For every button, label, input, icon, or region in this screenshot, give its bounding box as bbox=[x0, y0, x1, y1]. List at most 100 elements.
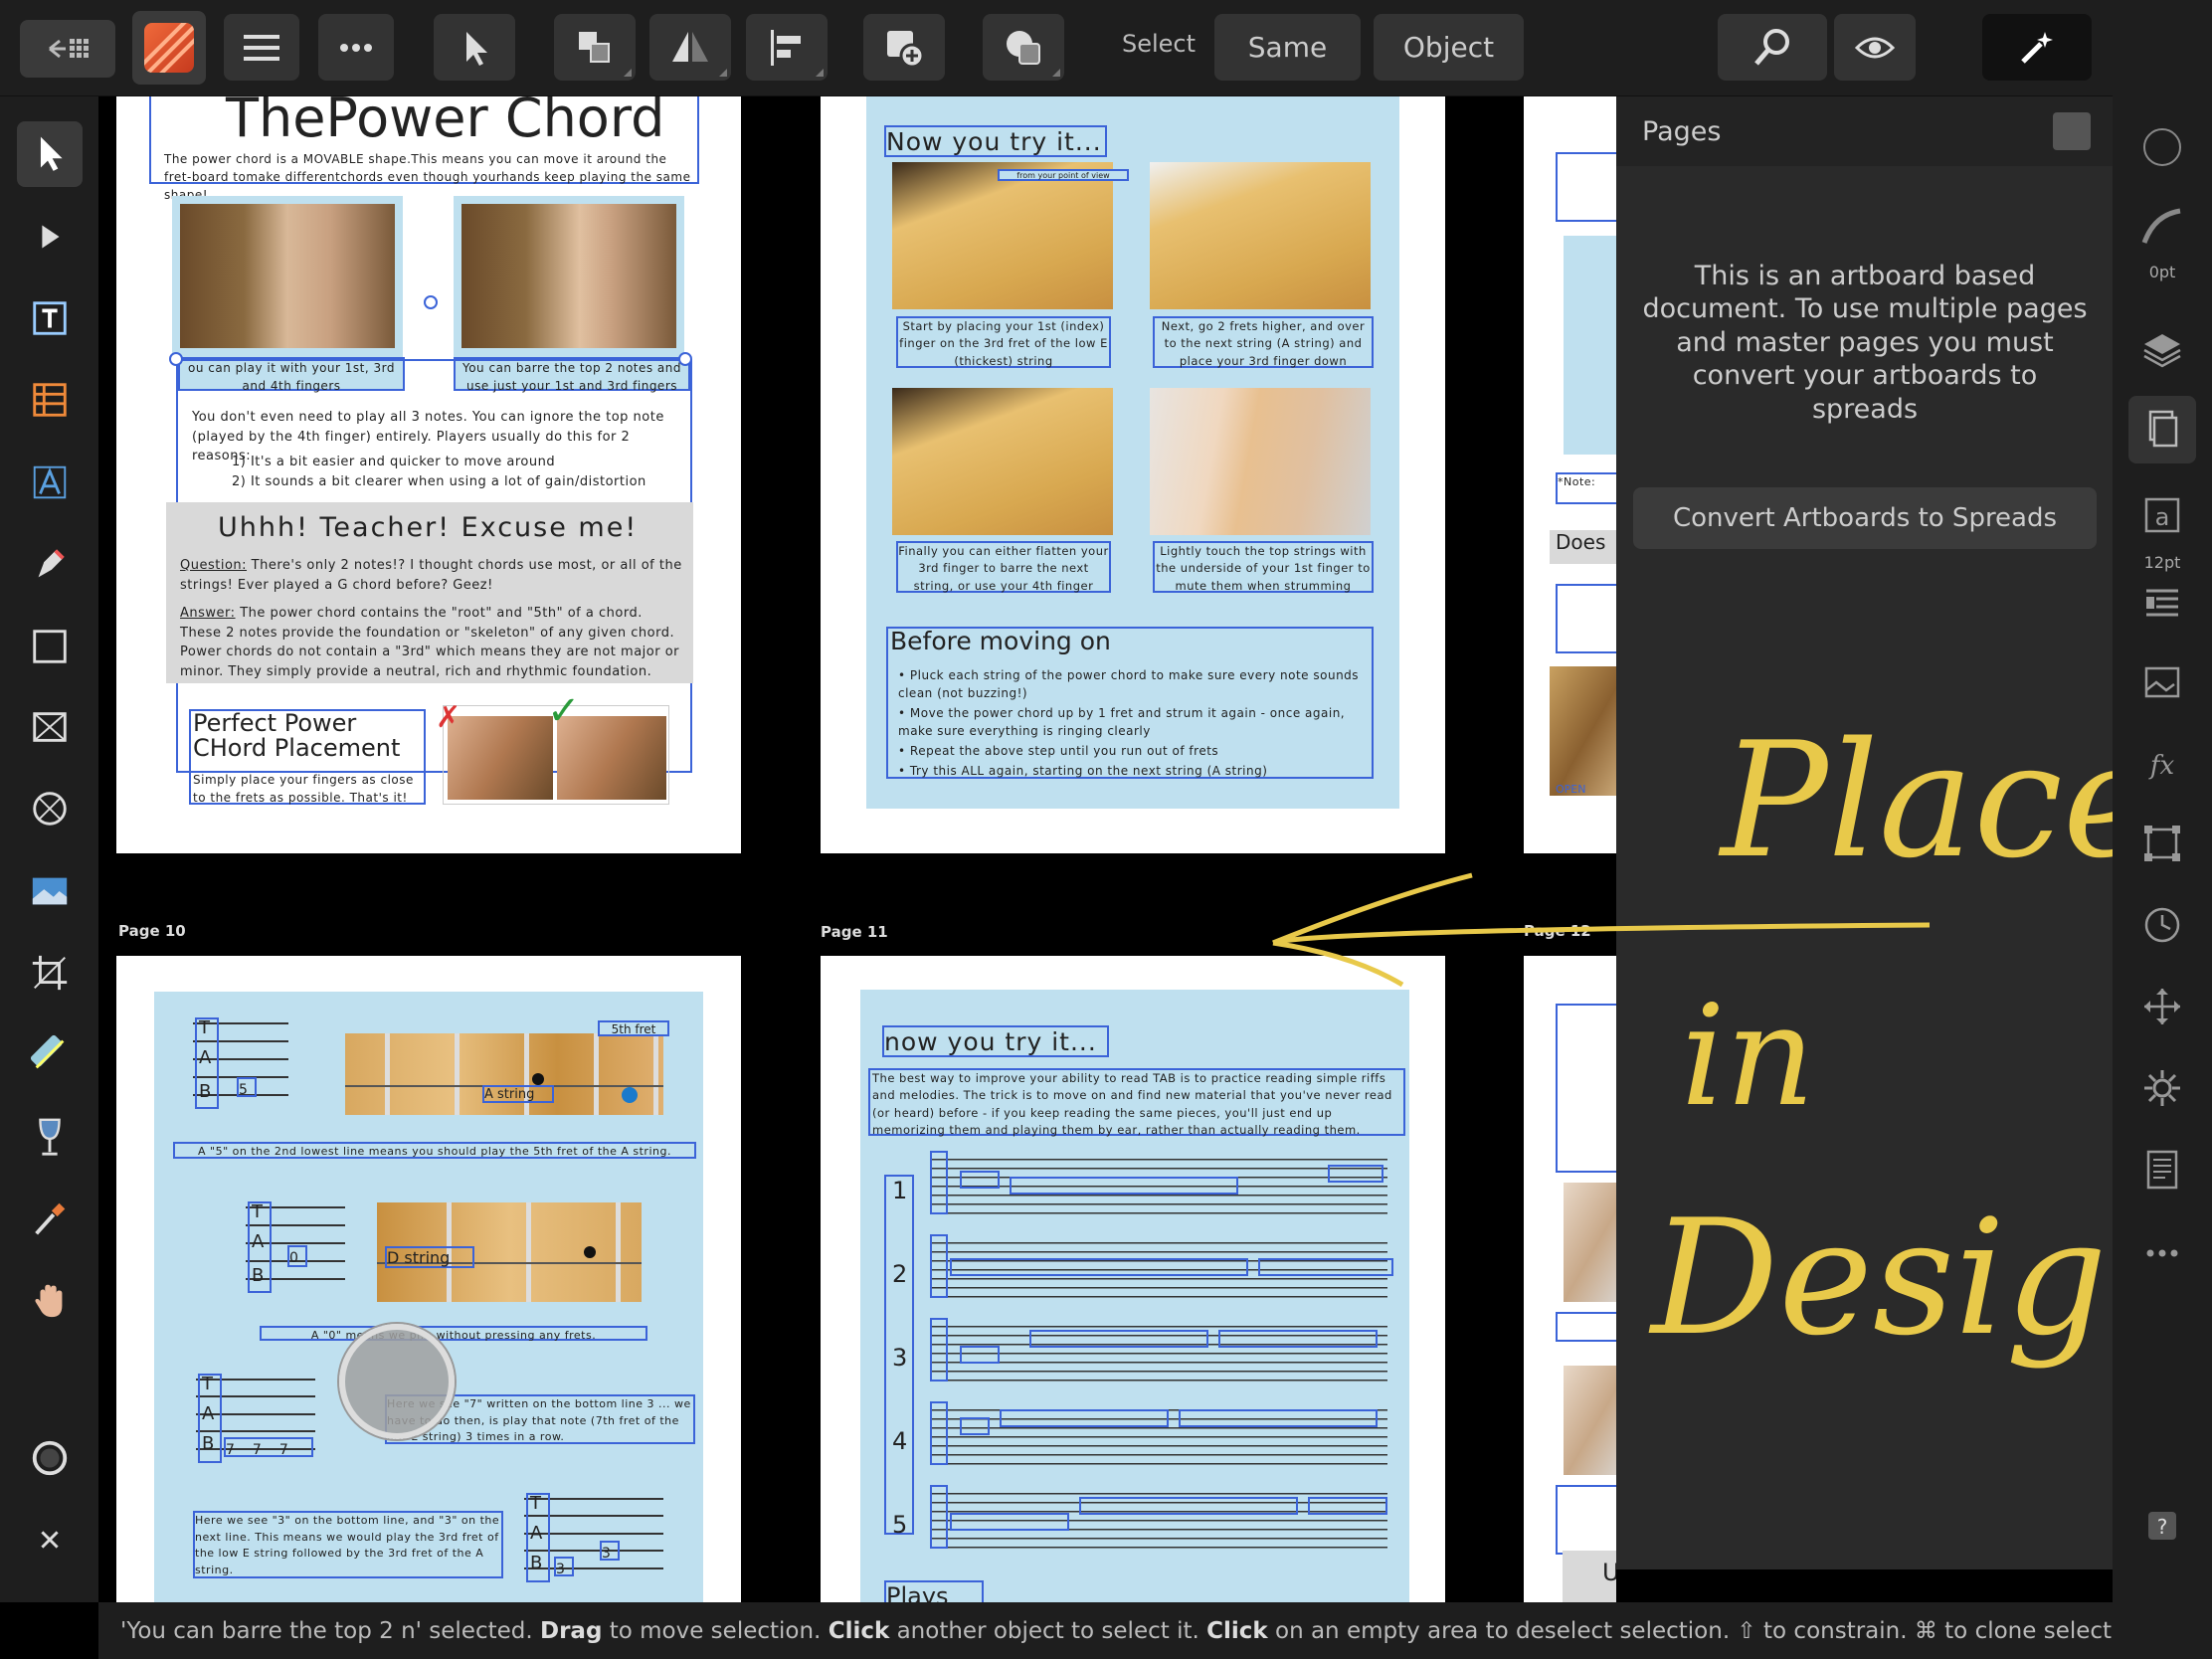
close-tools-button[interactable] bbox=[17, 1507, 83, 1572]
try-caption-3[interactable]: Finally you can either flatten your 3rd … bbox=[896, 541, 1111, 593]
color-studio-button[interactable] bbox=[2128, 113, 2196, 181]
selection-handle[interactable] bbox=[169, 352, 183, 366]
transparency-tool[interactable] bbox=[17, 1104, 83, 1170]
assistant-button[interactable] bbox=[1982, 14, 2092, 81]
reason-2: 2) It sounds a bit clearer when using a … bbox=[232, 474, 646, 489]
node-tool[interactable] bbox=[17, 204, 83, 270]
photo-frame-2[interactable] bbox=[454, 196, 684, 358]
row-numbers-frame[interactable]: 1 2 3 4 5 bbox=[884, 1175, 914, 1539]
partial-text-5[interactable] bbox=[1556, 1485, 1616, 1555]
artboard-now-you-try[interactable]: Now you try it... from your point of vie… bbox=[821, 96, 1445, 853]
effects-studio-button[interactable]: fx bbox=[2128, 730, 2196, 798]
character-studio-button[interactable]: a 12pt bbox=[2128, 483, 2196, 572]
row-number-4: 4 bbox=[892, 1427, 908, 1455]
boolean-ops-button[interactable] bbox=[983, 14, 1064, 81]
settings-studio-button[interactable] bbox=[2128, 1054, 2196, 1122]
move-tool-button[interactable] bbox=[434, 14, 515, 81]
zoom-button[interactable] bbox=[1718, 14, 1827, 81]
help-button[interactable]: ? bbox=[2128, 1492, 2196, 1560]
pages-studio-button[interactable] bbox=[2128, 396, 2196, 463]
insert-button[interactable] bbox=[863, 14, 945, 81]
more-studios-button[interactable] bbox=[2128, 1219, 2196, 1287]
partial-text-3[interactable] bbox=[1556, 1004, 1616, 1173]
mute-photo bbox=[1150, 388, 1371, 535]
plays-frame[interactable]: Plays bbox=[884, 1580, 984, 1602]
pen-tool[interactable] bbox=[17, 531, 83, 597]
try-caption-1[interactable]: Start by placing your 1st (index) finger… bbox=[896, 316, 1111, 368]
astring-label-frame[interactable]: A string bbox=[482, 1085, 554, 1103]
select-object-button[interactable]: Object bbox=[1374, 14, 1524, 81]
tab-line-1-frame[interactable]: A "5" on the 2nd lowest line means you s… bbox=[173, 1142, 696, 1159]
align-button[interactable] bbox=[746, 14, 828, 81]
text-styles-studio-button[interactable] bbox=[2128, 1136, 2196, 1203]
picture-frame-tool[interactable] bbox=[17, 694, 83, 760]
color-picker-tool[interactable] bbox=[17, 1186, 83, 1251]
view-tool[interactable] bbox=[17, 1267, 83, 1333]
fret5-label-frame[interactable]: 5th fret bbox=[598, 1020, 669, 1036]
navigator-studio-button[interactable] bbox=[2128, 973, 2196, 1040]
teacher-box[interactable]: Uhhh! Teacher! Excuse me! Question: Ther… bbox=[166, 502, 693, 683]
select-same-button[interactable]: Same bbox=[1214, 14, 1361, 81]
app-persona-button[interactable] bbox=[132, 11, 206, 85]
convert-to-spreads-button[interactable]: Convert Artboards to Spreads bbox=[1633, 487, 2097, 549]
rotation-handle[interactable] bbox=[424, 295, 438, 309]
placement-frame[interactable]: Perfect Power CHord Placement Simply pla… bbox=[189, 709, 426, 805]
photo-frame-1[interactable] bbox=[172, 196, 403, 358]
table-tool[interactable] bbox=[17, 367, 83, 433]
more-options-button[interactable] bbox=[318, 14, 394, 81]
stroke-studio-button[interactable]: 0pt bbox=[2128, 193, 2196, 281]
pin-icon[interactable] bbox=[2053, 112, 2091, 150]
selection-handle[interactable] bbox=[678, 352, 692, 366]
menu-button[interactable] bbox=[224, 14, 299, 81]
frame-text-tool[interactable] bbox=[17, 450, 83, 515]
tab-exercises bbox=[930, 1151, 1393, 1549]
fill-tool[interactable] bbox=[17, 1021, 83, 1087]
resources-studio-button[interactable] bbox=[2128, 650, 2196, 718]
try-caption-1-text: Start by placing your 1st (index) finger… bbox=[899, 319, 1108, 368]
teacher-heading: Uhhh! Teacher! Excuse me! bbox=[218, 512, 639, 543]
history-clock-icon bbox=[2144, 907, 2180, 943]
document-canvas[interactable]: ThePower Chord The power chord is a MOVA… bbox=[98, 96, 1616, 1602]
back-to-gallery-button[interactable] bbox=[20, 20, 115, 78]
color-swatch[interactable] bbox=[17, 1425, 83, 1491]
artboard-page-10[interactable]: TAB 5 5th fret A string A "5" on the 2nd… bbox=[116, 956, 741, 1602]
artboard-partial-top[interactable]: *Note: Does OPEN bbox=[1524, 96, 1616, 853]
arrange-button[interactable] bbox=[554, 14, 636, 81]
try-caption-4[interactable]: Lightly touch the top strings with the u… bbox=[1153, 541, 1374, 593]
transform-studio-button[interactable] bbox=[2128, 810, 2196, 877]
page-12-teacher-heading: Uhhh! Teacher! Excuse me! bbox=[1602, 1559, 1616, 1586]
move-tool[interactable] bbox=[17, 121, 83, 187]
pointer-icon bbox=[40, 136, 63, 171]
artboard-power-chord[interactable]: ThePower Chord The power chord is a MOVA… bbox=[116, 96, 741, 853]
dstring-label-frame[interactable]: D string bbox=[385, 1246, 474, 1268]
page-12-label: Page 12 bbox=[1524, 922, 1591, 940]
paragraph-studio-button[interactable] bbox=[2128, 571, 2196, 639]
rectangle-tool[interactable] bbox=[17, 614, 83, 679]
ellipse-frame-tool[interactable] bbox=[17, 776, 83, 841]
layers-studio-button[interactable] bbox=[2128, 316, 2196, 384]
placement-photos[interactable]: ✗ ✓ bbox=[436, 688, 669, 805]
partial-note-frame[interactable]: *Note: bbox=[1556, 472, 1616, 504]
artboard-page-11[interactable]: now you try it... The best way to improv… bbox=[821, 956, 1445, 1602]
partial-text-4[interactable] bbox=[1556, 1312, 1616, 1342]
artboard-page-12[interactable] bbox=[1524, 956, 1616, 1602]
try-caption-2[interactable]: Next, go 2 frets higher, and over to the… bbox=[1153, 316, 1374, 368]
view-mode-button[interactable] bbox=[1834, 14, 1916, 81]
partial-text-frame-2[interactable] bbox=[1556, 584, 1616, 653]
stroke-width-label: 0pt bbox=[2148, 263, 2176, 281]
flip-button[interactable] bbox=[649, 14, 731, 81]
tab-line-2-frame[interactable]: A "0" means we pl... without pressing an… bbox=[260, 1326, 647, 1342]
history-studio-button[interactable] bbox=[2128, 891, 2196, 959]
crop-tool[interactable] bbox=[17, 940, 83, 1006]
place-image-tool[interactable] bbox=[17, 858, 83, 924]
p11-intro-frame[interactable]: The best way to improve your ability to … bbox=[868, 1068, 1405, 1137]
artistic-text-tool[interactable] bbox=[17, 285, 83, 351]
try-title-frame[interactable]: Now you try it... bbox=[884, 125, 1107, 157]
transform-icon bbox=[2144, 826, 2180, 861]
fretboard-photo-3 bbox=[892, 388, 1113, 535]
p11-title-frame[interactable]: now you try it... bbox=[882, 1025, 1109, 1057]
pov-label-frame[interactable]: from your point of view bbox=[998, 169, 1129, 181]
before-moving-frame[interactable]: Before moving on • Pluck each string of … bbox=[886, 627, 1374, 779]
tab-line-4-frame[interactable]: Here we see "3" on the bottom line, and … bbox=[193, 1511, 503, 1578]
partial-text-frame[interactable] bbox=[1556, 152, 1616, 222]
